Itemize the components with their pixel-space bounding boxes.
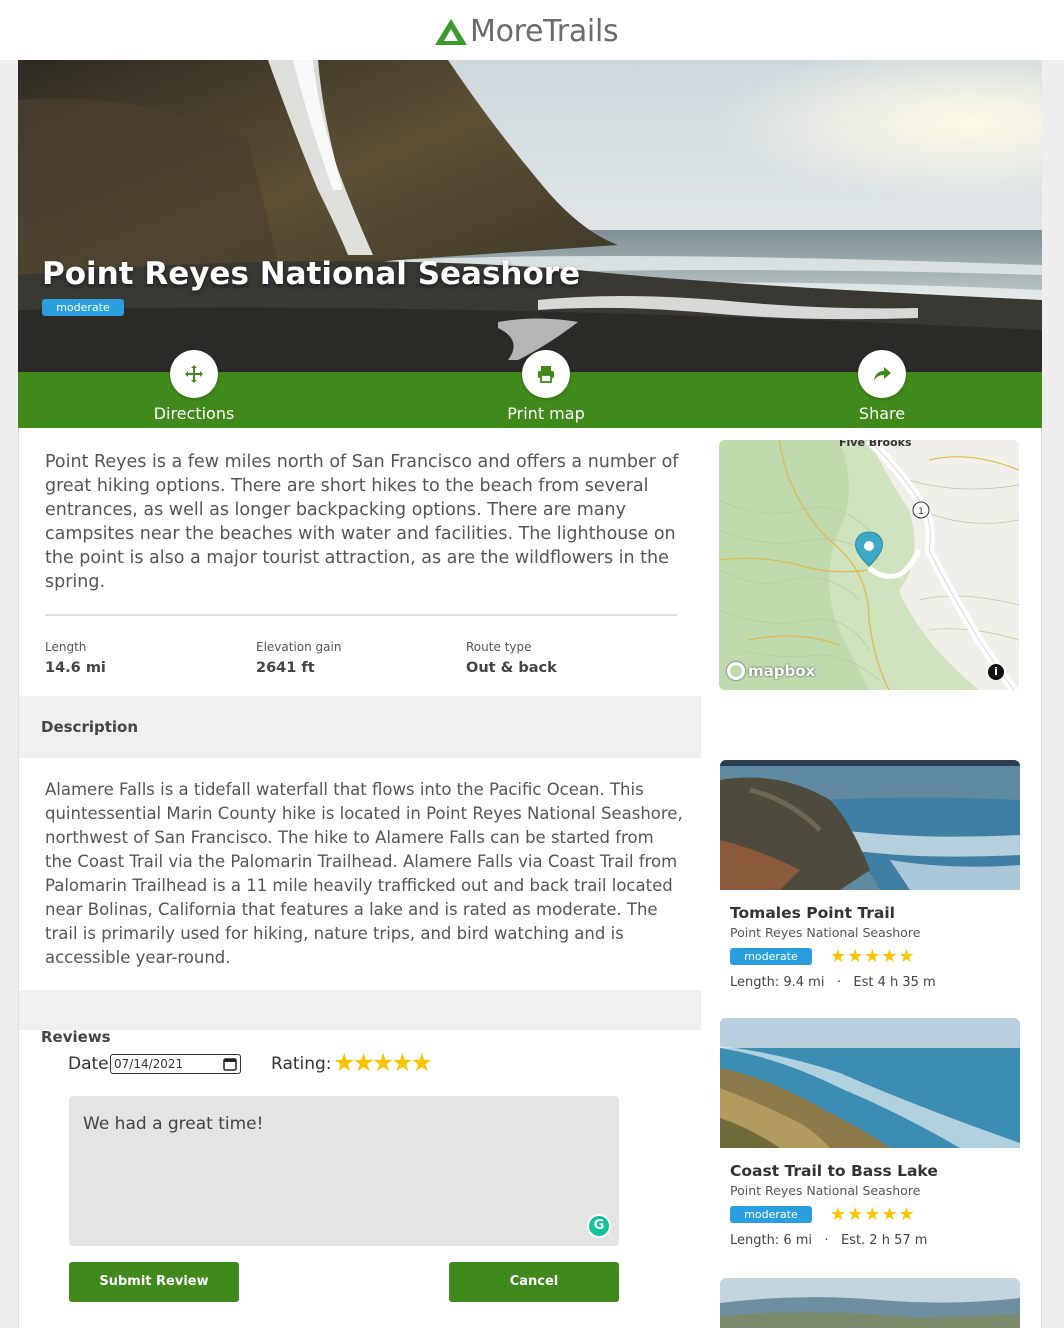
share-arrow-icon (874, 367, 891, 381)
divider (45, 614, 677, 616)
action-bar: Directions Print map Share (18, 350, 1042, 428)
date-input[interactable]: 07/14/2021 (110, 1054, 241, 1074)
rating-stars: ★★★★★ (830, 946, 916, 967)
reviews-header-band (19, 990, 701, 1030)
stat-route-type: Route type Out & back (466, 640, 557, 676)
map-tiles: 1 (719, 440, 1019, 690)
stat-value: 14.6 mi (45, 660, 106, 676)
trail-card-photo (720, 760, 1020, 890)
trail-card-park: Point Reyes National Seashore (730, 925, 921, 940)
grammarly-icon[interactable]: G (587, 1214, 611, 1238)
difficulty-badge: moderate (730, 948, 812, 965)
review-textarea[interactable]: We had a great time! G (69, 1096, 619, 1246)
mapbox-attribution[interactable]: mapbox (727, 662, 815, 680)
top-bar: MoreTrails (0, 0, 1064, 60)
trail-card-meta: Length: 9.4 mi · Est 4 h 35 m (730, 975, 936, 990)
hero-banner: Point Reyes National Seashore moderate (18, 60, 1042, 372)
related-trail-card[interactable]: Tomales Point Trail Point Reyes National… (720, 760, 1020, 990)
print-map-label: Print map (507, 404, 585, 423)
info-icon[interactable]: i (988, 664, 1004, 680)
trail-card-park: Point Reyes National Seashore (730, 1183, 921, 1198)
date-value: 07/14/2021 (114, 1057, 184, 1071)
difficulty-badge: moderate (730, 1206, 812, 1223)
directions-label: Directions (153, 404, 235, 423)
printer-icon (538, 366, 554, 383)
trail-title: Point Reyes National Seashore (42, 256, 581, 292)
map-place-label: Five Brooks (839, 440, 912, 449)
submit-review-button[interactable]: Submit Review (69, 1262, 239, 1302)
difficulty-badge: moderate (42, 299, 124, 316)
trail-card-meta: Length: 6 mi · Est. 2 h 57 m (730, 1233, 928, 1248)
share-button[interactable]: Share (802, 350, 962, 423)
cancel-button[interactable]: Cancel (449, 1262, 619, 1302)
review-text: We had a great time! (83, 1114, 264, 1134)
logo[interactable]: MoreTrails (434, 14, 619, 49)
calendar-icon[interactable] (223, 1057, 237, 1071)
stat-label: Length (45, 640, 87, 654)
share-label: Share (858, 404, 906, 423)
hero-photo (18, 60, 1042, 372)
trail-card-title[interactable]: Tomales Point Trail (730, 904, 1020, 922)
mapbox-label: mapbox (748, 662, 816, 680)
rating-stars: ★★★★★ (830, 1204, 916, 1225)
mapbox-icon (727, 662, 745, 680)
stat-value: Out & back (466, 660, 557, 676)
mountain-logo-icon (435, 18, 467, 45)
arrows-move-icon (185, 365, 203, 383)
trail-description: Alamere Falls is a tidefall waterfall th… (45, 780, 683, 967)
rating-stars-input[interactable]: ★★★★★ (333, 1048, 433, 1077)
trail-intro: Point Reyes is a few miles north of San … (45, 452, 679, 592)
directions-button[interactable]: Directions (114, 350, 274, 423)
print-map-button[interactable]: Print map (466, 350, 626, 423)
description-heading: Description (41, 718, 139, 736)
related-trail-card[interactable] (720, 1278, 1020, 1328)
stat-length: Length 14.6 mi (45, 640, 106, 676)
road-shield: 1 (918, 507, 924, 517)
trail-map[interactable]: 1 Five Brooks mapbox i (719, 440, 1019, 690)
date-label: Date (68, 1054, 109, 1074)
rating-label: Rating: (271, 1054, 332, 1074)
stat-elevation: Elevation gain 2641 ft (256, 640, 341, 676)
trail-card-photo (720, 1278, 1020, 1328)
stat-value: 2641 ft (256, 660, 315, 676)
stat-label: Route type (466, 640, 532, 654)
trail-card-title[interactable]: Coast Trail to Bass Lake (730, 1162, 1020, 1180)
description-header: Description (19, 696, 701, 758)
reviews-heading: Reviews (41, 1028, 111, 1046)
stat-label: Elevation gain (256, 640, 342, 654)
related-trail-card[interactable]: Coast Trail to Bass Lake Point Reyes Nat… (720, 1018, 1020, 1248)
app-name: MoreTrails (470, 14, 619, 49)
trail-card-photo (720, 1018, 1020, 1148)
